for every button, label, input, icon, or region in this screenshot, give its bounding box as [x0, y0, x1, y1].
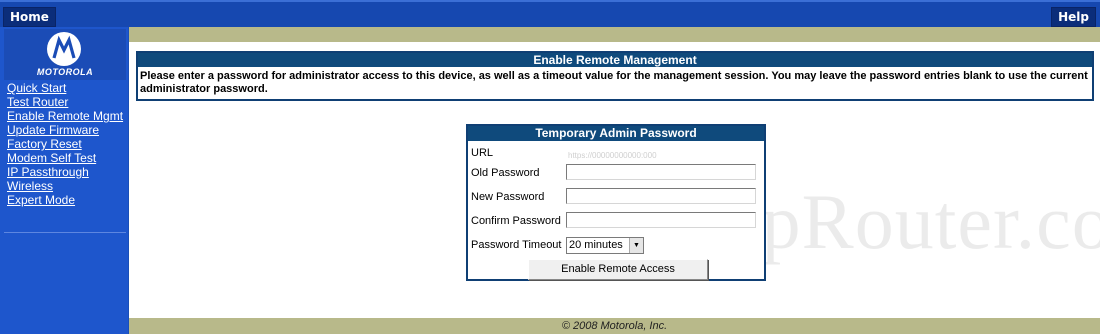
main-content: Enable Remote Management Please enter a …: [129, 27, 1100, 334]
motorola-logo-icon: [47, 32, 81, 66]
old-password-field[interactable]: [566, 164, 756, 180]
timeout-label: Password Timeout: [471, 239, 562, 251]
timeout-select[interactable]: 20 minutes ▼: [566, 237, 644, 254]
chevron-down-icon[interactable]: ▼: [629, 238, 643, 253]
url-label: URL: [471, 147, 494, 159]
form-title: Temporary Admin Password: [468, 126, 764, 141]
new-password-field[interactable]: [566, 188, 756, 204]
sidebar-item-factory-reset[interactable]: Factory Reset: [7, 137, 123, 151]
admin-password-form: Temporary Admin Password URL https://000…: [466, 124, 766, 281]
info-title: Enable Remote Management: [138, 53, 1092, 67]
sidebar-item-quick-start[interactable]: Quick Start: [7, 81, 123, 95]
sidebar-item-test-router[interactable]: Test Router: [7, 95, 123, 109]
sidebar-item-ip-passthrough[interactable]: IP Passthrough: [7, 165, 123, 179]
new-password-label: New Password: [471, 191, 545, 203]
top-olive-bar: [129, 27, 1100, 42]
copyright-text: © 2008 Motorola, Inc.: [561, 320, 668, 332]
info-text: Please enter a password for administrato…: [140, 70, 1088, 95]
sidebar-divider: [4, 232, 126, 233]
brand-logo: MOTOROLA: [4, 29, 126, 80]
enable-remote-access-button[interactable]: Enable Remote Access: [528, 259, 708, 280]
help-button[interactable]: Help: [1051, 7, 1096, 27]
confirm-password-label: Confirm Password: [471, 215, 561, 227]
sidebar: MOTOROLA Quick Start Test Router Enable …: [0, 27, 128, 334]
sidebar-item-expert-mode[interactable]: Expert Mode: [7, 193, 123, 207]
old-password-label: Old Password: [471, 167, 540, 179]
sidebar-item-modem-self-test[interactable]: Modem Self Test: [7, 151, 123, 165]
home-button[interactable]: Home: [3, 7, 56, 27]
info-panel: Enable Remote Management Please enter a …: [136, 51, 1094, 101]
footer: © 2008 Motorola, Inc.: [129, 318, 1100, 334]
logo-text: MOTOROLA: [36, 67, 94, 77]
url-value: https://00000000000:000: [568, 151, 657, 160]
top-bar: Home Help: [0, 0, 1100, 27]
timeout-value: 20 minutes: [569, 239, 623, 251]
confirm-password-field[interactable]: [566, 212, 756, 228]
sidebar-item-update-firmware[interactable]: Update Firmware: [7, 123, 123, 137]
sidebar-item-enable-remote-mgmt[interactable]: Enable Remote Mgmt: [7, 109, 123, 123]
sidebar-item-wireless[interactable]: Wireless: [7, 179, 123, 193]
sidebar-nav: Quick Start Test Router Enable Remote Mg…: [7, 81, 123, 207]
